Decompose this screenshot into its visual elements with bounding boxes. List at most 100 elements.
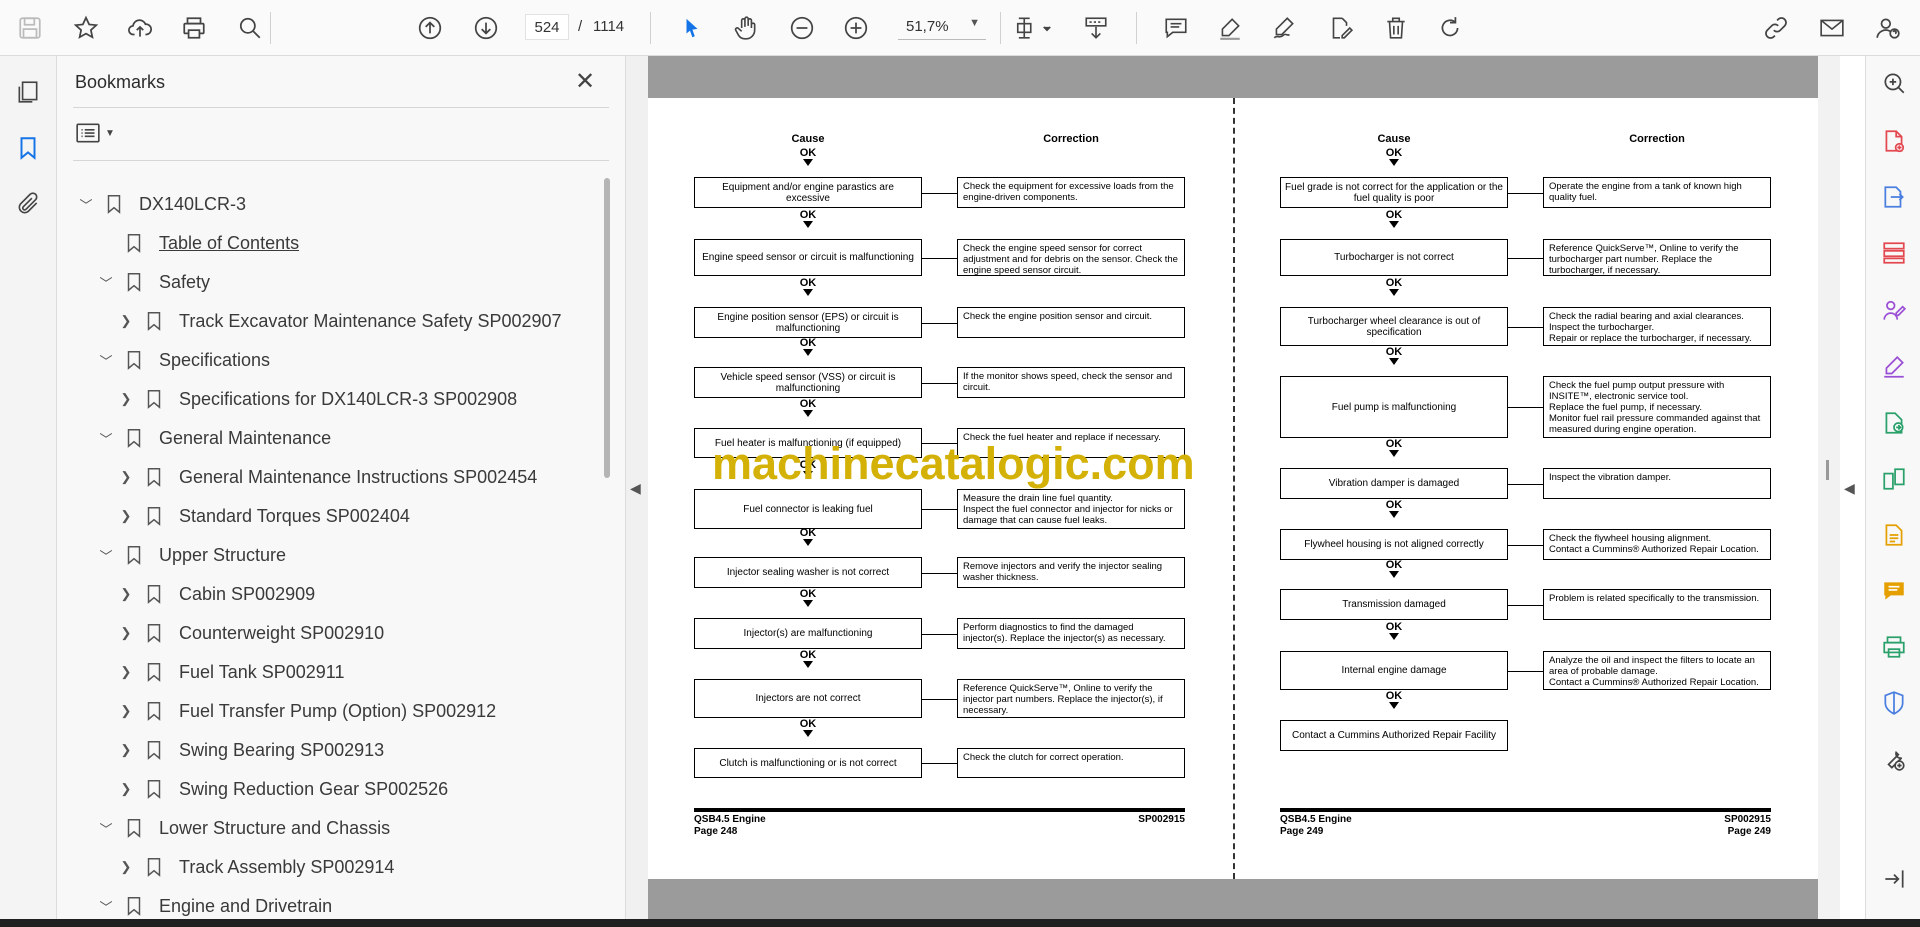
hand-tool-icon[interactable] bbox=[730, 12, 762, 44]
edit-pdf-icon[interactable] bbox=[1879, 408, 1909, 438]
bookmark-item[interactable]: ❯ Standard Torques SP002404 bbox=[115, 498, 410, 534]
chevron-down-icon[interactable]: ﹀ bbox=[95, 546, 117, 565]
scan-ocr-icon[interactable] bbox=[1879, 520, 1909, 550]
next-page-icon[interactable] bbox=[470, 12, 502, 44]
correction-column-header: Correction bbox=[1043, 133, 1099, 145]
bookmark-item[interactable]: ﹀ Safety bbox=[95, 264, 210, 300]
highlight-pen-icon[interactable] bbox=[1214, 12, 1246, 44]
chevron-down-icon[interactable]: ﹀ bbox=[95, 273, 117, 292]
bookmark-item[interactable]: ﹀ DX140LCR-3 bbox=[75, 186, 246, 222]
zoom-level-dropdown[interactable]: 51,7% ▼ bbox=[898, 14, 986, 40]
chevron-right-icon[interactable]: ❯ bbox=[115, 625, 137, 641]
bookmark-item[interactable]: ﹀ Specifications bbox=[95, 342, 270, 378]
email-icon[interactable] bbox=[1816, 12, 1848, 44]
bookmark-item[interactable]: ❯ General Maintenance Instructions SP0024… bbox=[115, 459, 537, 495]
zoom-search-icon[interactable] bbox=[1879, 68, 1909, 98]
chevron-right-icon[interactable]: ❯ bbox=[115, 313, 137, 329]
collapse-left-panel-icon[interactable]: ◀ bbox=[630, 480, 641, 497]
bookmark-item[interactable]: ❯ Fuel Transfer Pump (Option) SP002912 bbox=[115, 693, 496, 729]
bookmarks-panel-icon[interactable] bbox=[12, 132, 44, 164]
vertical-scrollbar[interactable] bbox=[1818, 56, 1840, 919]
bookmark-item[interactable]: ❯ Cabin SP002909 bbox=[115, 576, 315, 612]
ok-flow-label: OK bbox=[793, 718, 823, 737]
find-icon[interactable] bbox=[234, 12, 266, 44]
chevron-right-icon[interactable]: ❯ bbox=[115, 508, 137, 524]
chevron-right-icon[interactable]: ❯ bbox=[115, 664, 137, 680]
bookmark-item[interactable]: ❯ Track Excavator Maintenance Safety SP00… bbox=[115, 303, 562, 339]
previous-page-icon[interactable] bbox=[414, 12, 446, 44]
bookmark-item[interactable]: ❯ Specifications for DX140LCR-3 SP002908 bbox=[115, 381, 517, 417]
delete-trash-icon[interactable] bbox=[1380, 12, 1412, 44]
print-production-icon[interactable] bbox=[1879, 632, 1909, 662]
select-pointer-icon[interactable] bbox=[676, 12, 708, 44]
zoom-in-icon[interactable] bbox=[840, 12, 872, 44]
comment-tool-icon[interactable] bbox=[1879, 576, 1909, 606]
bookmark-item[interactable]: Table of Contents bbox=[95, 225, 299, 261]
bookmark-item[interactable]: ❯ Swing Bearing SP002913 bbox=[115, 732, 384, 768]
save-icon[interactable] bbox=[14, 12, 46, 44]
bookmark-item[interactable]: ❯ Swing Reduction Gear SP002526 bbox=[115, 771, 448, 807]
ok-flow-label: OK bbox=[793, 588, 823, 607]
chevron-down-icon[interactable]: ﹀ bbox=[75, 195, 97, 214]
bookmarks-scrollbar[interactable] bbox=[604, 178, 610, 478]
bookmark-label: DX140LCR-3 bbox=[139, 193, 247, 214]
close-icon[interactable]: ✕ bbox=[571, 68, 599, 96]
bookmark-item[interactable]: ❯ Fuel Tank SP002911 bbox=[115, 654, 344, 690]
export-pdf-icon[interactable] bbox=[1879, 182, 1909, 212]
compare-files-icon[interactable] bbox=[1879, 464, 1909, 494]
bookmark-label: Specifications bbox=[159, 349, 271, 370]
request-signatures-icon[interactable] bbox=[1879, 296, 1909, 326]
bookmark-label: Upper Structure bbox=[159, 544, 287, 565]
chevron-right-icon[interactable]: ❯ bbox=[115, 469, 137, 485]
draw-freeform-icon[interactable] bbox=[1268, 12, 1300, 44]
chevron-right-icon[interactable]: ❯ bbox=[115, 703, 137, 719]
chevron-down-icon[interactable]: ﹀ bbox=[95, 351, 117, 370]
chevron-down-icon[interactable]: ﹀ bbox=[95, 897, 117, 916]
correction-box: Operate the engine from a tank of known … bbox=[1543, 177, 1771, 208]
bookmark-item[interactable]: ﹀ General Maintenance bbox=[95, 420, 331, 456]
bookmark-item[interactable]: ❯ Track Assembly SP002914 bbox=[115, 849, 394, 885]
upload-cloud-icon[interactable] bbox=[124, 12, 156, 44]
page-fit-icon[interactable] bbox=[1010, 12, 1058, 44]
chevron-right-icon[interactable]: ❯ bbox=[115, 586, 137, 602]
scroll-mode-icon[interactable] bbox=[1080, 12, 1112, 44]
ok-flow-label: OK bbox=[1379, 147, 1409, 166]
page-number-input[interactable] bbox=[525, 14, 569, 40]
ok-flow-label: OK bbox=[793, 277, 823, 296]
ok-flow-label: OK bbox=[793, 649, 823, 668]
correction-box: Problem is related specifically to the t… bbox=[1543, 589, 1771, 620]
chevron-right-icon[interactable]: ❯ bbox=[115, 781, 137, 797]
edit-text-icon[interactable] bbox=[1324, 12, 1356, 44]
chevron-right-icon[interactable]: ❯ bbox=[115, 859, 137, 875]
attachments-icon[interactable] bbox=[12, 188, 44, 220]
scrollbar-thumb[interactable] bbox=[1826, 460, 1829, 480]
page-spread-divider bbox=[1233, 98, 1235, 879]
chevron-right-icon[interactable]: ❯ bbox=[115, 742, 137, 758]
share-link-icon[interactable] bbox=[1760, 12, 1792, 44]
bookmark-item[interactable]: ❯ Counterweight SP002910 bbox=[115, 615, 384, 651]
organize-pages-icon[interactable] bbox=[1879, 238, 1909, 268]
collapse-right-panel-icon[interactable]: ◀ bbox=[1844, 480, 1855, 497]
more-tools-icon[interactable] bbox=[1879, 744, 1909, 774]
account-help-icon[interactable] bbox=[1872, 12, 1904, 44]
correction-box: If the monitor shows speed, check the se… bbox=[957, 367, 1185, 398]
main-toolbar: / 1114 51,7% ▼ bbox=[0, 0, 1920, 56]
fill-sign-icon[interactable] bbox=[1879, 352, 1909, 382]
rotate-icon[interactable] bbox=[1434, 12, 1466, 44]
bookmark-item[interactable]: ﹀ Lower Structure and Chassis bbox=[95, 810, 390, 846]
protect-shield-icon[interactable] bbox=[1879, 688, 1909, 718]
bookmark-item[interactable]: ﹀ Engine and Drivetrain bbox=[95, 888, 332, 919]
chevron-down-icon[interactable]: ﹀ bbox=[95, 429, 117, 448]
expand-panel-icon[interactable] bbox=[1879, 864, 1909, 894]
bookmark-item[interactable]: ﹀ Upper Structure bbox=[95, 537, 286, 573]
chevron-right-icon[interactable]: ❯ bbox=[115, 391, 137, 407]
star-icon[interactable] bbox=[70, 12, 102, 44]
page-thumbnails-icon[interactable] bbox=[12, 76, 44, 108]
print-icon[interactable] bbox=[178, 12, 210, 44]
zoom-out-icon[interactable] bbox=[786, 12, 818, 44]
chevron-down-icon[interactable]: ﹀ bbox=[95, 819, 117, 838]
comment-icon[interactable] bbox=[1160, 12, 1192, 44]
create-pdf-icon[interactable] bbox=[1879, 126, 1909, 156]
bookmark-options-button[interactable]: ▼ bbox=[75, 118, 121, 148]
tools-rail bbox=[1865, 56, 1920, 919]
